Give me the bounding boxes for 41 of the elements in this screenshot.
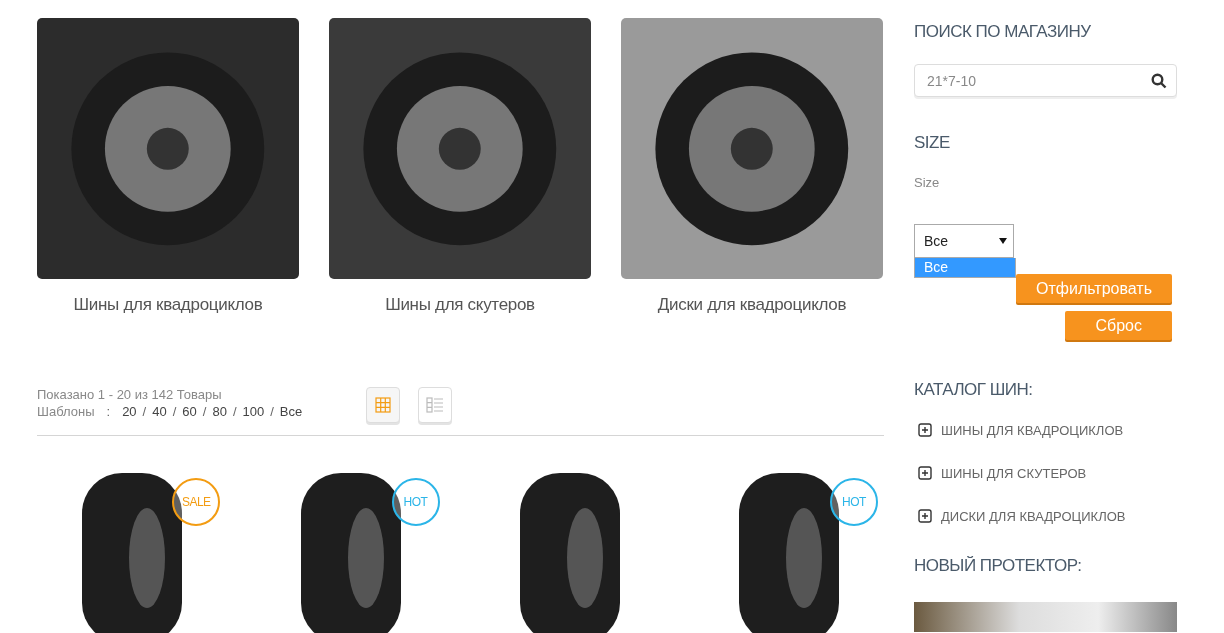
plus-box-icon[interactable] [918, 509, 932, 523]
hot-badge: HOT [830, 478, 878, 526]
per-page-link[interactable]: Все [279, 404, 303, 419]
photo-placeholder[interactable] [914, 602, 1177, 632]
search-icon[interactable] [1151, 73, 1167, 89]
separator: / [202, 404, 207, 419]
section-title: КАТАЛОГ ШИН: [914, 380, 1034, 400]
photo-placeholder[interactable] [329, 18, 591, 279]
per-page-link[interactable]: 60 [182, 404, 197, 419]
caret-icon [999, 238, 1007, 244]
per-page-link[interactable]: 20 [122, 404, 137, 419]
section-title: НОВЫЙ ПРОТЕКТОР: [914, 556, 1083, 576]
results-summary: Показано 1 - 20 из 142 Товары [37, 387, 223, 402]
sale-badge: SALE [172, 478, 221, 526]
catalog-link[interactable]: ДИСКИ ДЛЯ КВАДРОЦИКЛОВ [918, 506, 1177, 526]
plus-box-icon[interactable] [918, 466, 932, 480]
plus-box-icon[interactable] [918, 423, 932, 437]
photo-placeholder[interactable] [621, 18, 883, 279]
list-icon [426, 397, 445, 413]
separator: : [106, 404, 111, 419]
category-link[interactable]: Шины для скутеров [385, 295, 535, 315]
size-select[interactable]: Все [914, 224, 1014, 258]
section-title: ПОИСК ПО МАГАЗИНУ [914, 22, 1092, 42]
grid-icon [375, 397, 392, 413]
search-field[interactable]: 21*7-10 [914, 64, 1177, 97]
category-link[interactable]: Диски для квадроциклов [657, 295, 847, 315]
separator: / [232, 404, 237, 419]
size-label: Size [914, 175, 941, 190]
per-page-link[interactable]: 80 [212, 404, 227, 419]
photo-placeholder[interactable] [37, 18, 299, 279]
section-title: SIZE [914, 133, 951, 153]
separator: / [142, 404, 147, 419]
hot-badge: HOT [391, 478, 440, 526]
separator: / [270, 404, 274, 419]
separator: / [172, 404, 177, 419]
catalog-link[interactable]: ШИНЫ ДЛЯ СКУТЕРОВ [918, 463, 1177, 483]
per-page-link[interactable]: 100 [242, 404, 265, 419]
per-page-link[interactable]: 40 [152, 404, 167, 419]
category-link[interactable]: Шины для квадроциклов [73, 295, 263, 315]
per-page-label: Шаблоны [37, 404, 95, 419]
catalog-link[interactable]: ШИНЫ ДЛЯ КВАДРОЦИКЛОВ [918, 420, 1177, 440]
